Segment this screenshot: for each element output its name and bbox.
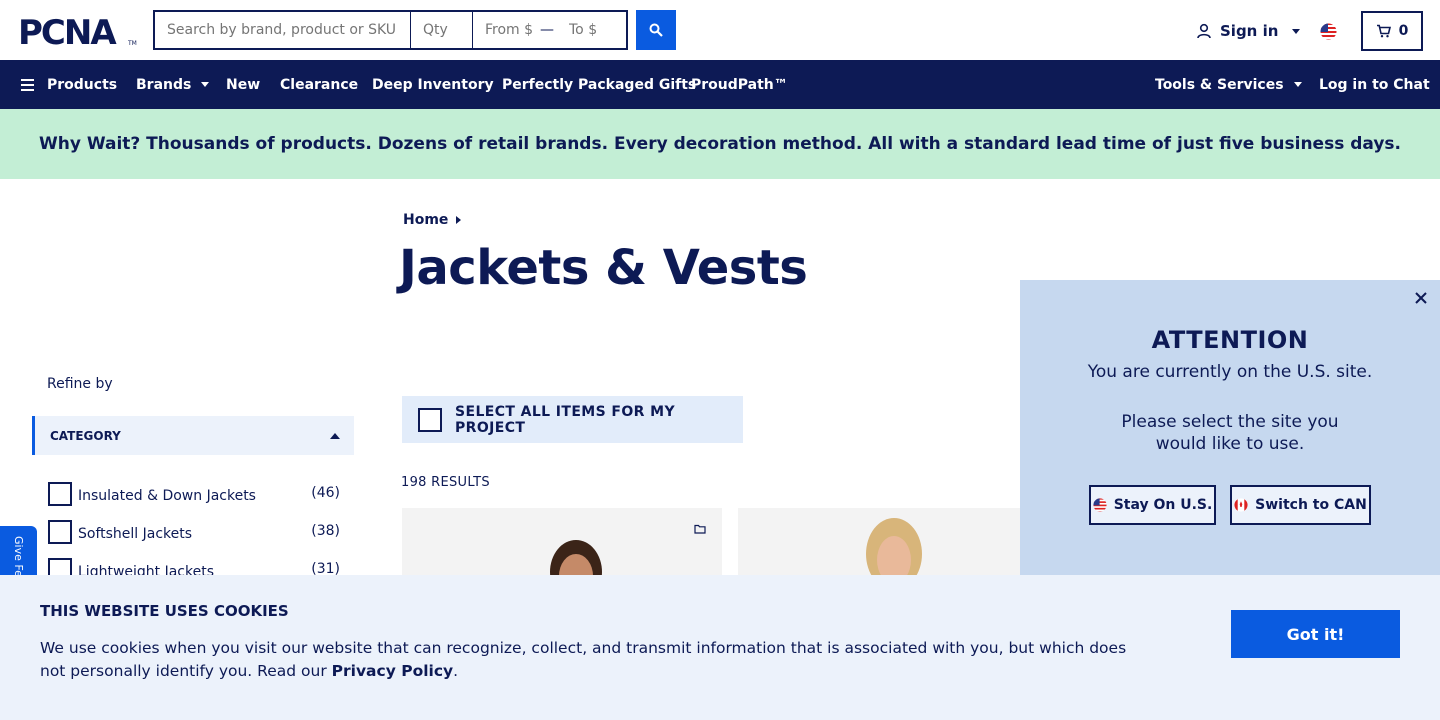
cookie-body: We use cookies when you visit our websit… — [40, 639, 1127, 680]
chevron-up-icon — [330, 432, 340, 439]
attention-current-site: You are currently on the U.S. site. — [1087, 362, 1373, 382]
pcna-logo[interactable]: PCNA TM — [18, 13, 138, 53]
nav-login-chat[interactable]: Log in to Chat — [1319, 60, 1430, 109]
promo-banner-text: Why Wait? Thousands of products. Dozens … — [38, 134, 1402, 154]
cookie-title: THIS WEBSITE USES COOKIES — [40, 602, 289, 620]
breadcrumb-home[interactable]: Home — [403, 212, 448, 228]
cart-button[interactable]: 0 — [1361, 11, 1423, 51]
attention-title: ATTENTION — [1151, 326, 1309, 354]
select-all-checkbox[interactable] — [418, 407, 442, 432]
cookie-banner: THIS WEBSITE USES COOKIES We use cookies… — [0, 575, 1440, 720]
select-all-items[interactable]: SELECT ALL ITEMS FOR MY PROJECT — [402, 396, 743, 443]
chevron-down-icon — [1292, 28, 1301, 34]
search-input[interactable] — [155, 12, 411, 48]
attention-instruction: Please select the site you would like to… — [1121, 412, 1339, 454]
chevron-right-icon — [456, 216, 462, 224]
us-flag-icon — [1093, 498, 1107, 512]
chevron-down-icon — [201, 82, 210, 87]
privacy-policy-link[interactable]: Privacy Policy — [332, 662, 454, 680]
main-nav: Products Brands New Clearance Deep Inven… — [0, 60, 1440, 109]
filter-checkbox[interactable] — [48, 520, 72, 544]
stay-us-button[interactable]: Stay On U.S. — [1089, 485, 1216, 525]
nav-new[interactable]: New — [226, 60, 260, 109]
svg-text:PCNA: PCNA — [18, 14, 117, 48]
price-range-dash: — — [540, 22, 554, 38]
user-icon — [1197, 23, 1211, 39]
cart-icon — [1376, 24, 1391, 38]
filter-label: Insulated & Down Jackets — [78, 488, 256, 504]
category-filter-label: CATEGORY — [50, 428, 121, 443]
accept-cookies-button[interactable]: Got it! — [1231, 610, 1400, 658]
nav-tools-services[interactable]: Tools & Services — [1155, 60, 1302, 109]
nav-clearance[interactable]: Clearance — [280, 60, 358, 109]
filter-count: (38) — [311, 523, 340, 539]
top-header: PCNA TM — Sign in — [0, 0, 1440, 60]
cookie-period: . — [453, 662, 459, 680]
site-selection-modal: ATTENTION You are currently on the U.S. … — [1020, 280, 1440, 590]
nav-products-label: Products — [47, 76, 118, 93]
category-filter-header[interactable]: CATEGORY — [32, 416, 354, 455]
sign-in-label: Sign in — [1220, 22, 1279, 40]
nav-tools-label: Tools & Services — [1155, 76, 1284, 93]
us-flag-icon[interactable] — [1320, 23, 1337, 40]
breadcrumb: Home — [403, 212, 462, 228]
select-all-label: SELECT ALL ITEMS FOR MY PROJECT — [455, 403, 675, 436]
page-title: Jackets & Vests — [399, 240, 808, 296]
nav-proudpath[interactable]: ProudPath™ — [691, 60, 788, 109]
nav-products[interactable]: Products — [21, 60, 117, 109]
sign-in-menu[interactable]: Sign in — [1196, 20, 1301, 42]
results-count: 198 RESULTS — [401, 475, 490, 490]
pcna-logo-mark: PCNA TM — [18, 13, 137, 53]
filter-checkbox[interactable] — [48, 482, 72, 506]
cart-count: 0 — [1398, 23, 1409, 39]
nav-deep-inventory[interactable]: Deep Inventory — [372, 60, 494, 109]
filter-count: (46) — [311, 485, 340, 501]
filter-item-softshell[interactable]: Softshell Jackets (38) — [48, 519, 340, 545]
stay-us-label: Stay On U.S. — [1113, 497, 1213, 513]
search-icon — [649, 23, 663, 37]
search-bar: — — [153, 10, 628, 50]
hamburger-icon — [21, 78, 34, 91]
nav-brands[interactable]: Brands — [136, 60, 210, 109]
price-to-input[interactable] — [557, 12, 625, 48]
qty-input[interactable] — [411, 12, 473, 48]
nav-gifts[interactable]: Perfectly Packaged Gifts — [502, 60, 696, 109]
refine-by-label: Refine by — [47, 376, 113, 392]
price-from-input[interactable] — [473, 12, 537, 48]
filter-label: Softshell Jackets — [78, 526, 193, 542]
promo-banner: Why Wait? Thousands of products. Dozens … — [0, 109, 1440, 179]
cookie-text: We use cookies when you visit our websit… — [40, 637, 1150, 683]
svg-text:TM: TM — [127, 40, 137, 47]
close-icon[interactable] — [1413, 290, 1429, 306]
nav-brands-label: Brands — [136, 76, 192, 93]
switch-can-label: Switch to CAN — [1255, 497, 1367, 513]
search-button[interactable] — [636, 10, 676, 50]
chevron-down-icon — [1293, 82, 1302, 87]
filter-item-insulated[interactable]: Insulated & Down Jackets (46) — [48, 481, 340, 507]
switch-can-button[interactable]: Switch to CAN — [1230, 485, 1371, 525]
canada-flag-icon — [1234, 498, 1248, 512]
